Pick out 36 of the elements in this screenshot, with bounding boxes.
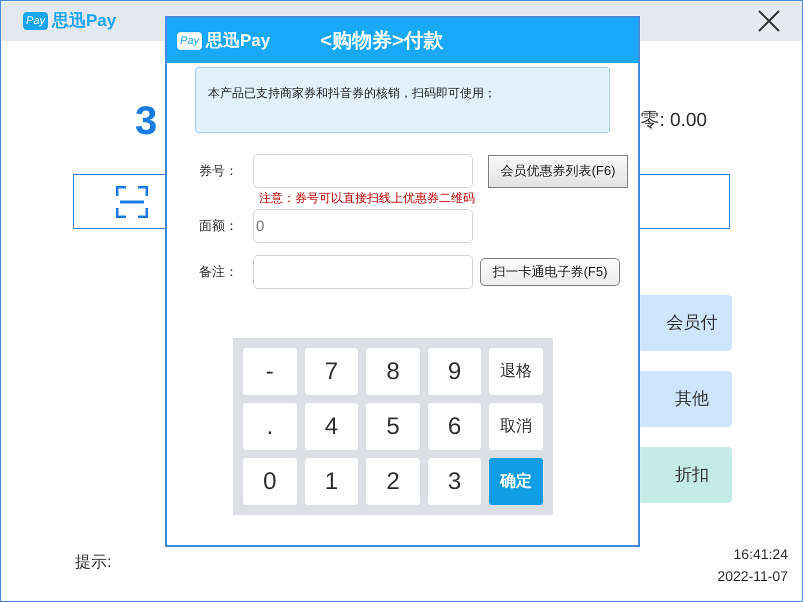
keypad-key[interactable]: 7: [304, 348, 358, 395]
scan-icon: [116, 186, 148, 218]
note-text: 注意：券号可以直接扫线上优惠券二维码: [259, 190, 476, 206]
input-field[interactable]: [253, 255, 473, 289]
keypad-key[interactable]: -: [243, 348, 297, 395]
dialog-title: <购物券>付款: [320, 28, 444, 54]
ecard-button[interactable]: 扫一卡通电子券(F5): [480, 258, 620, 286]
logo-badge: Pay: [23, 12, 48, 30]
time-text: 16:41:24: [734, 545, 788, 564]
keypad-key[interactable]: 9: [428, 348, 482, 395]
keypad-key[interactable]: 5: [366, 403, 420, 450]
input-field[interactable]: [253, 154, 473, 188]
amount-text: 3: [135, 98, 158, 145]
keypad-key[interactable]: 1: [304, 458, 358, 505]
keypad-key[interactable]: 退格: [489, 348, 543, 395]
keypad-key[interactable]: 0: [243, 458, 297, 505]
hint-label: 提示:: [75, 553, 112, 573]
logo-text: 思迅Pay: [206, 30, 270, 52]
keypad-key[interactable]: 取消: [489, 403, 543, 450]
date-text: 2022-11-07: [717, 567, 788, 586]
keypad-key[interactable]: 2: [366, 458, 420, 505]
keypad-key[interactable]: 3: [428, 458, 482, 505]
keypad-key[interactable]: 4: [304, 403, 358, 450]
logo-badge: Pay: [177, 32, 202, 50]
keypad-key[interactable]: 6: [428, 403, 482, 450]
logo-text: 思迅Pay: [52, 10, 116, 32]
field-label: 面额：: [199, 217, 239, 236]
keypad-key[interactable]: .: [243, 403, 297, 450]
field-label: 券号：: [199, 162, 239, 180]
notice-box: 本产品已支持商家券和抖音券的核销，扫码即可使用；: [195, 67, 610, 133]
field-label: 备注：: [199, 263, 239, 282]
input-field[interactable]: 0: [253, 209, 473, 243]
keypad-key[interactable]: 8: [366, 348, 420, 395]
coupon-list-button[interactable]: 会员优惠券列表(F6): [488, 154, 628, 188]
close-icon[interactable]: [758, 10, 780, 32]
change-text: 零: 0.00: [640, 108, 707, 133]
